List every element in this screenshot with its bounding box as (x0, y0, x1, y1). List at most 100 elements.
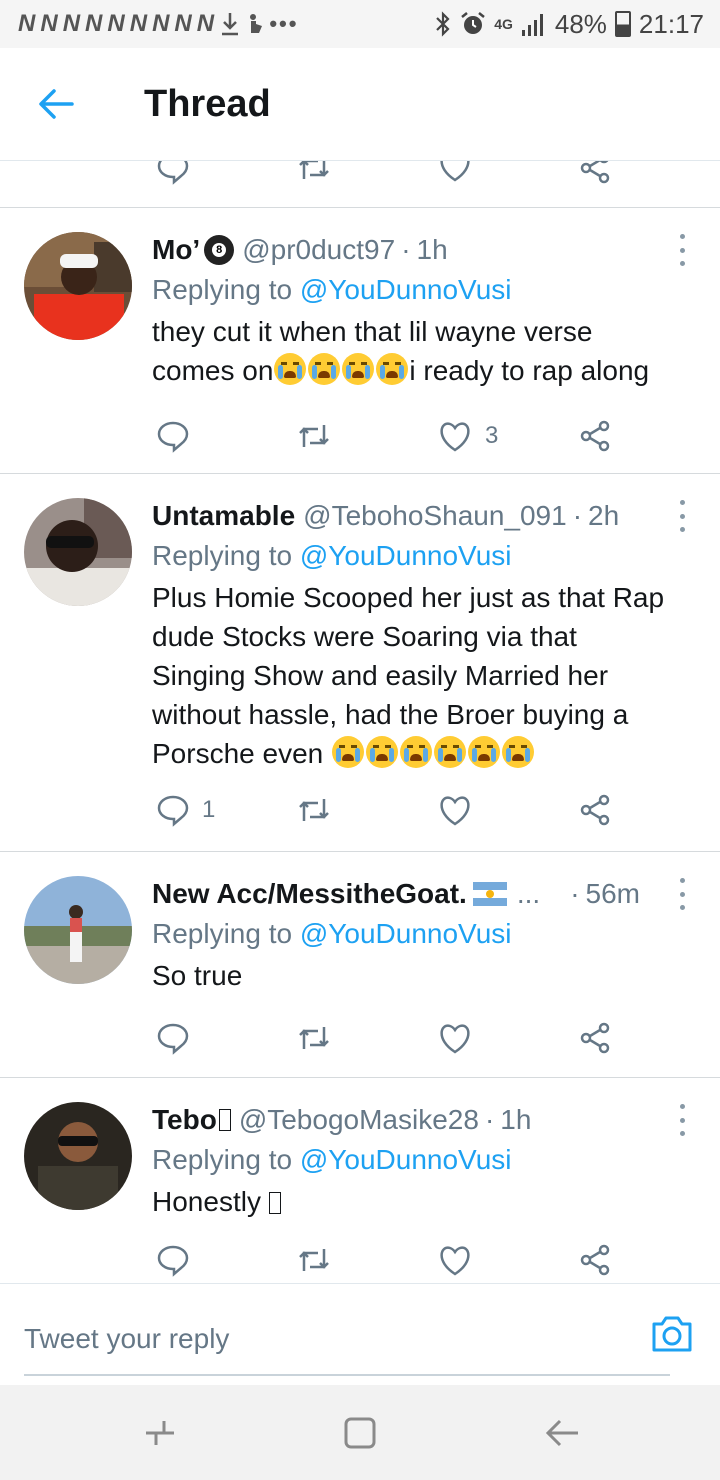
share-button[interactable] (578, 788, 612, 832)
retweet-icon (299, 425, 329, 447)
like-button[interactable] (437, 1238, 473, 1282)
share-icon (580, 1244, 610, 1276)
reply-placeholder: Tweet your reply (24, 1323, 230, 1354)
download-icon (222, 13, 239, 36)
tweet-content: Mo’ 8 @pr0duct97 · 1h Replying to @YouDu… (152, 230, 676, 390)
reply-button[interactable] (156, 414, 202, 458)
status-bar: N N N N N N N N N ••• 4G 48% 21:17 (0, 0, 720, 48)
notification-icon: N (152, 10, 171, 37)
loudly-crying-emoji-icon (342, 353, 375, 385)
author-handle[interactable]: @TebogoMasike28 (239, 1100, 479, 1140)
author-name[interactable]: New Acc/MessitheGoat. (152, 874, 467, 914)
author-name[interactable]: Tebo (152, 1100, 217, 1140)
timestamp[interactable]: 56m (586, 874, 640, 914)
avatar[interactable] (24, 876, 132, 984)
reply-button[interactable] (156, 1016, 202, 1060)
notification-icon: N (196, 10, 216, 37)
tweet-content: Tebo @TebogoMasike28 · 1h Replying to @Y… (152, 1100, 676, 1221)
timestamp[interactable]: 1h (417, 230, 448, 270)
retweet-button[interactable] (296, 1016, 332, 1060)
replying-to-handle[interactable]: @YouDunnoVusi (300, 540, 512, 571)
like-icon (440, 1246, 470, 1276)
more-notifications-icon: ••• (269, 11, 299, 36)
tweet-item[interactable]: Mo’ 8 @pr0duct97 · 1h Replying to @YouDu… (0, 208, 720, 474)
replying-to-handle[interactable]: @YouDunnoVusi (300, 1144, 512, 1175)
loudly-crying-emoji-icon (308, 353, 341, 385)
avatar[interactable] (24, 1102, 132, 1210)
like-icon (440, 1024, 470, 1054)
more-options-icon[interactable] (670, 1104, 694, 1136)
share-icon (580, 420, 610, 452)
tweet-text-line: comes on i ready to rap along (152, 351, 676, 390)
separator-dot: · (572, 500, 583, 531)
tweet-text: Honestly (152, 1182, 676, 1221)
loudly-crying-emoji-icon (468, 736, 500, 768)
tweet-header: Untamable @TebohoShaun_091 · 2h (152, 496, 676, 536)
like-icon[interactable] (437, 160, 473, 183)
share-icon (580, 1022, 610, 1054)
retweet-button[interactable] (296, 1238, 332, 1282)
reply-button[interactable] (156, 1238, 190, 1282)
avatar[interactable] (24, 498, 132, 606)
share-icon[interactable] (578, 160, 612, 185)
like-button[interactable] (437, 1016, 485, 1060)
reply-button[interactable]: 1 (156, 788, 215, 832)
reply-input[interactable]: Tweet your reply (24, 1304, 670, 1376)
app-bar: Thread (0, 48, 720, 160)
back-arrow-icon[interactable] (26, 74, 86, 134)
replying-to-handle[interactable]: @YouDunnoVusi (300, 274, 512, 305)
timestamp[interactable]: 2h (588, 496, 619, 536)
replying-to: Replying to @YouDunnoVusi (152, 914, 676, 954)
tweet-header: Mo’ 8 @pr0duct97 · 1h (152, 230, 676, 270)
share-button[interactable] (578, 1016, 612, 1060)
back-icon[interactable] (542, 1413, 582, 1453)
tweet-text-line: they cut it when that lil wayne verse (152, 316, 593, 347)
clock: 21:17 (638, 8, 704, 39)
more-options-icon[interactable] (670, 234, 694, 266)
avatar[interactable] (24, 232, 132, 340)
like-button[interactable] (437, 788, 485, 832)
retweet-icon (299, 1027, 329, 1049)
separator-dot: · (484, 1104, 495, 1135)
retweet-icon (299, 799, 329, 821)
home-icon[interactable] (340, 1413, 380, 1453)
notification-icon: N (18, 10, 37, 37)
tweet-text-line: Porsche even (152, 734, 676, 773)
tweet-item[interactable]: Untamable @TebohoShaun_091 · 2h Replying… (0, 474, 720, 852)
notification-icon: N (107, 10, 126, 37)
tweet-item[interactable]: Tebo @TebogoMasike28 · 1h Replying to @Y… (0, 1078, 720, 1283)
tweet-text: Plus Homie Scooped her just as that Rap … (152, 578, 676, 773)
tweet-text-fragment: comes on (152, 355, 274, 386)
tweet-text-line: Plus Homie Scooped her just as that Rap (152, 582, 665, 613)
separator-dot: · (570, 878, 580, 909)
like-button[interactable]: 3 (437, 414, 498, 458)
timestamp[interactable]: 1h (500, 1100, 531, 1140)
share-button[interactable] (578, 414, 612, 458)
replying-label: Replying to (152, 1144, 293, 1175)
retweet-button[interactable] (296, 414, 332, 458)
separator-dot: · (401, 234, 411, 265)
retweet-icon[interactable] (296, 160, 332, 183)
camera-icon[interactable] (650, 1312, 694, 1356)
bluetooth-icon (436, 11, 450, 37)
reply-icon[interactable] (156, 160, 190, 185)
tweet-text: So true (152, 960, 243, 991)
signal-icon (521, 14, 543, 36)
author-handle[interactable]: @pr0duct97 (242, 230, 395, 270)
author-handle[interactable]: @TebohoShaun_091 (303, 496, 567, 536)
recent-apps-icon[interactable] (140, 1413, 180, 1453)
share-button[interactable] (578, 1238, 612, 1282)
more-options-icon[interactable] (670, 878, 694, 910)
retweet-button[interactable] (296, 788, 332, 832)
tweet-actions: 3 (152, 414, 632, 458)
author-name[interactable]: Mo’ (152, 230, 200, 270)
tweet-text-fragment: i ready to rap along (409, 355, 650, 386)
loudly-crying-emoji-icon (502, 736, 534, 768)
tweet-item[interactable]: New Acc/MessitheGoat. ... · 56m Replying… (0, 852, 720, 1078)
author-name[interactable]: Untamable (152, 496, 295, 536)
loudly-crying-emoji-icon (332, 736, 364, 768)
replying-to-handle[interactable]: @YouDunnoVusi (300, 918, 512, 949)
loudly-crying-emoji-icon (434, 736, 466, 768)
notification-icon: N (129, 10, 149, 37)
more-options-icon[interactable] (670, 500, 694, 532)
